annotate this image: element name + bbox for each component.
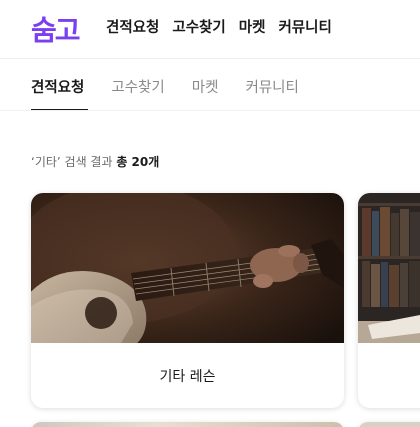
card-title <box>358 343 420 408</box>
search-result-summary: ‘기타’ 검색 결과 총 20개 <box>31 153 159 170</box>
tab-quote-request[interactable]: 견적요청 <box>31 76 89 111</box>
logo[interactable]: 숨고 <box>31 9 81 49</box>
nav-item-find-pro[interactable]: 고수찾기 <box>172 16 225 37</box>
tabs-divider <box>0 110 420 111</box>
guitar-photo <box>31 193 344 343</box>
card-image-guitar <box>31 193 344 343</box>
service-card-next-row[interactable] <box>358 422 420 427</box>
card-image-bookshelf <box>358 193 420 343</box>
nav-item-community[interactable]: 커뮤니티 <box>278 16 331 37</box>
search-query-text: ‘기타’ 검색 결과 <box>31 155 113 169</box>
service-card-next-row[interactable] <box>31 422 344 427</box>
service-card[interactable]: 기타 레슨 <box>31 193 344 408</box>
search-total-count: 총 20개 <box>116 155 160 169</box>
top-navigation: 숨고 견적요청 고수찾기 마켓 커뮤니티 <box>0 0 420 56</box>
bookshelf-photo <box>358 193 420 343</box>
nav-item-quote-request[interactable]: 견적요청 <box>106 16 159 37</box>
nav-item-market[interactable]: 마켓 <box>239 16 266 37</box>
tab-market[interactable]: 마켓 <box>192 76 219 111</box>
header-divider <box>0 58 420 59</box>
tab-community[interactable]: 커뮤니티 <box>245 76 298 111</box>
search-tabs: 견적요청 고수찾기 마켓 커뮤니티 <box>31 76 299 111</box>
global-nav: 견적요청 고수찾기 마켓 커뮤니티 <box>106 16 332 37</box>
service-card[interactable] <box>358 193 420 408</box>
page: 숨고 견적요청 고수찾기 마켓 커뮤니티 견적요청 고수찾기 마켓 커뮤니티 ‘… <box>0 0 420 427</box>
tab-find-pro[interactable]: 고수찾기 <box>111 76 164 111</box>
card-title: 기타 레슨 <box>159 368 216 385</box>
